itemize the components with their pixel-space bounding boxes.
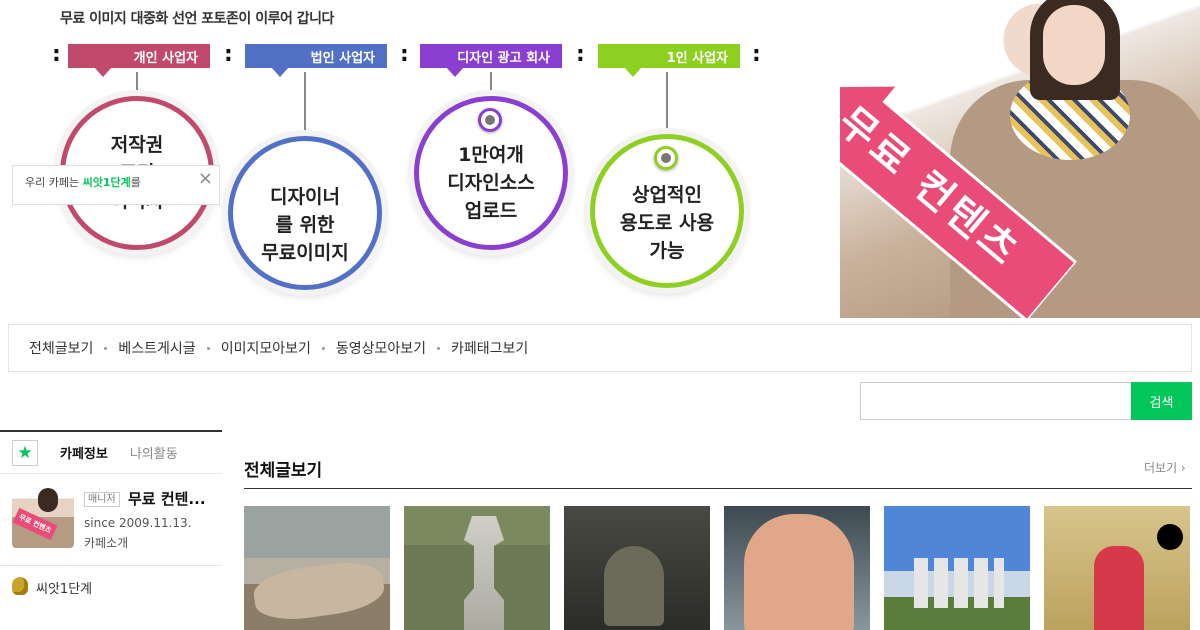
nav-best-posts[interactable]: 베스트게시글 — [118, 338, 195, 358]
model-photo: 무료 컨텐츠 — [840, 0, 1200, 318]
circle-label: 1만여개 디자인소스 업로드 — [447, 144, 535, 222]
thumbnail-man-portrait[interactable] — [724, 506, 870, 630]
avatar[interactable]: 무료 컨텐츠 — [12, 486, 74, 548]
thumbnail-stone-lantern[interactable] — [404, 506, 550, 630]
thumb-shape — [464, 516, 504, 630]
cafe-intro-link[interactable]: 카페소개 — [84, 534, 128, 551]
nav-separator — [437, 346, 441, 350]
thumb-shape — [1094, 546, 1144, 630]
more-link[interactable]: 더보기 › — [1144, 459, 1186, 476]
photo-face — [1043, 5, 1105, 85]
search-input[interactable] — [860, 382, 1132, 420]
page: 무료 이미지 대중화 선언 포토존이 이루어 갑니다 : 개인 사업자 : 법인… — [0, 0, 1200, 630]
cafe-level-text[interactable]: 씨앗1단계 — [36, 578, 92, 597]
circle-for-designers: 디자이너 를 위한 무료이미지 — [228, 136, 382, 290]
separator: : — [400, 42, 409, 67]
notice-prefix: 우리 카페는 — [25, 176, 80, 189]
circle-label: 상업적인 용도로 사용 가능 — [619, 184, 714, 262]
seed-icon — [12, 577, 28, 595]
section-divider — [244, 488, 1192, 489]
cafe-sidebar: ★ 카페정보 나의활동 무료 컨텐츠 매니저 무료 컨텐... since 20… — [0, 430, 222, 630]
thumbnail-stone-statue[interactable] — [244, 506, 390, 630]
nav-all-posts[interactable]: 전체글보기 — [29, 338, 93, 358]
search-button[interactable]: 검색 — [1131, 382, 1192, 420]
thumb-shape — [744, 514, 854, 630]
thumbnail-hanbok-woman[interactable] — [1044, 506, 1190, 630]
separator: : — [52, 42, 61, 67]
close-icon[interactable]: × — [198, 168, 213, 189]
tag-corporate-business: 법인 사업자 — [245, 44, 387, 77]
tab-my-activity[interactable]: 나의활동 — [130, 443, 178, 462]
tag-individual-business: 개인 사업자 — [68, 44, 210, 77]
thumbnail-city-skyline[interactable] — [884, 506, 1030, 630]
nav-separator — [104, 346, 108, 350]
cafe-nav-bar: 전체글보기 베스트게시글 이미지모아보기 동영상모아보기 카페태그보기 — [8, 324, 1192, 372]
cafe-level: 씨앗1단계 — [0, 566, 222, 606]
cafe-since-date: since 2009.11.13. — [84, 516, 192, 530]
nav-video-gallery[interactable]: 동영상모아보기 — [336, 338, 426, 358]
manager-badge: 매니저 — [84, 492, 120, 507]
hanger-knob-icon — [654, 146, 678, 170]
nav-separator — [321, 346, 325, 350]
banner-headline: 무료 이미지 대중화 선언 포토존이 이루어 갑니다 — [60, 11, 334, 27]
hanger-knob-icon — [478, 108, 502, 132]
nav-image-gallery[interactable]: 이미지모아보기 — [221, 338, 311, 358]
notice-level: 씨앗1단계 — [82, 176, 131, 189]
cafe-banner: 무료 이미지 대중화 선언 포토존이 이루어 갑니다 : 개인 사업자 : 법인… — [0, 0, 1200, 318]
notice-suffix: 를 — [130, 176, 141, 189]
thumb-shape — [251, 557, 387, 625]
nav-cafe-tags[interactable]: 카페태그보기 — [451, 338, 528, 358]
section-title: 전체글보기 — [244, 461, 323, 481]
nav-separator — [206, 346, 210, 350]
separator: : — [576, 42, 585, 67]
thumbnail-bronze-bell[interactable] — [564, 506, 710, 630]
sidebar-tabs: ★ 카페정보 나의활동 — [0, 432, 222, 474]
circle-label: 디자이너 를 위한 무료이미지 — [261, 186, 349, 264]
level-notice-box: 우리 카페는 씨앗1단계를 × — [12, 165, 220, 205]
tab-cafe-info[interactable]: 카페정보 — [60, 443, 108, 462]
notice-text: 우리 카페는 씨앗1단계를 — [25, 174, 141, 190]
thumb-shape — [914, 558, 1004, 608]
cafe-name[interactable]: 무료 컨텐... — [128, 488, 216, 509]
separator: : — [224, 42, 233, 67]
hanger-stem — [136, 72, 138, 96]
tag-solo-business: 1인 사업자 — [598, 44, 740, 77]
cafe-profile: 무료 컨텐츠 매니저 무료 컨텐... since 2009.11.13. 카페… — [0, 474, 222, 566]
thumb-shape — [604, 546, 664, 626]
thumb-dot — [1157, 524, 1183, 550]
avatar-sign-text: 무료 컨텐츠 — [12, 507, 58, 541]
avatar-head — [38, 488, 58, 512]
favorite-star-icon[interactable]: ★ — [12, 439, 38, 466]
tag-design-agency: 디자인 광고 회사 — [420, 44, 562, 77]
separator: : — [752, 42, 761, 67]
